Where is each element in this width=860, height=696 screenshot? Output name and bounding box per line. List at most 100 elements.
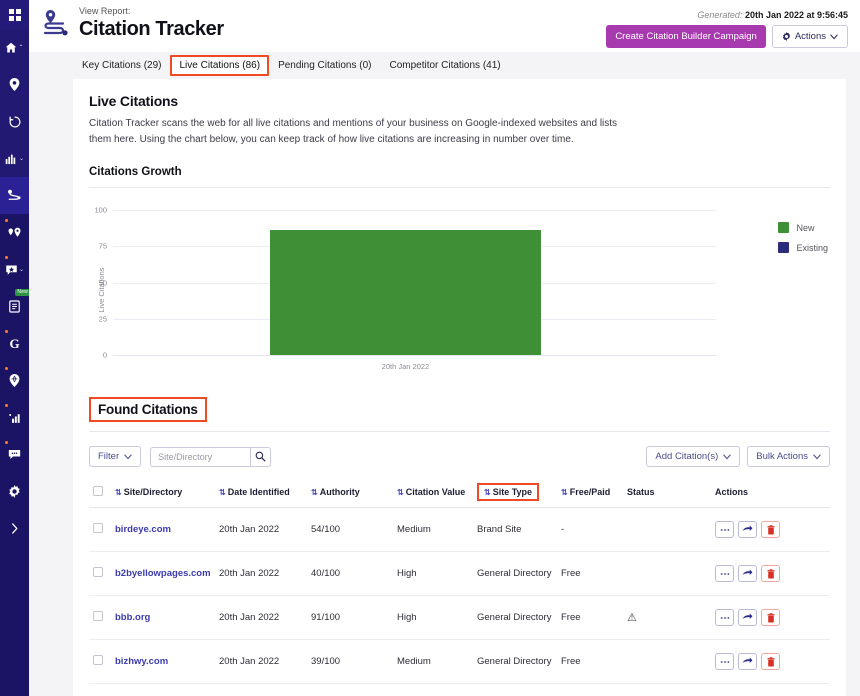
sidebar-item-grid-apps[interactable] bbox=[0, 0, 29, 29]
cell-site: bizhwy.com bbox=[111, 640, 215, 684]
site-link[interactable]: birdeye.com bbox=[115, 524, 171, 535]
chevron-right-icon bbox=[11, 523, 19, 534]
sidebar-item-expand[interactable] bbox=[0, 510, 29, 547]
visit-link-button[interactable] bbox=[738, 653, 757, 670]
chevron-down-icon bbox=[813, 454, 821, 460]
bulk-actions-button[interactable]: Bulk Actions bbox=[747, 446, 830, 467]
cell-authority: 39/100 bbox=[307, 640, 393, 684]
tab-live-citations[interactable]: Live Citations (86) bbox=[170, 55, 269, 76]
sidebar-item-settings[interactable] bbox=[0, 473, 29, 510]
logo bbox=[41, 6, 71, 37]
more-actions-button[interactable] bbox=[715, 653, 734, 670]
row-checkbox[interactable] bbox=[93, 611, 103, 621]
sort-icon: ⇅ bbox=[219, 488, 226, 497]
cell-select bbox=[89, 552, 111, 596]
y-tick-0: 0 bbox=[103, 351, 107, 360]
trash-icon bbox=[767, 569, 775, 579]
sidebar-item-location[interactable] bbox=[0, 66, 29, 103]
app-root: ⌃ ⌄ ⌄ New G bbox=[0, 0, 860, 696]
y-tick-100: 100 bbox=[94, 206, 107, 215]
sidebar-item-google[interactable]: G bbox=[0, 325, 29, 362]
more-actions-button[interactable] bbox=[715, 609, 734, 626]
legend-item-existing[interactable]: Existing bbox=[778, 242, 828, 253]
table-row: brownbook.net20th Jan 202261/100HighGene… bbox=[89, 684, 830, 696]
cell-authority: 61/100 bbox=[307, 684, 393, 696]
delete-button[interactable] bbox=[761, 521, 780, 538]
cell-citation-value: Medium bbox=[393, 508, 473, 552]
generated-value: 20th Jan 2022 at 9:56:45 bbox=[745, 10, 848, 20]
site-link[interactable]: bizhwy.com bbox=[115, 656, 168, 667]
bar-new-20th-jan-2022[interactable] bbox=[270, 230, 541, 355]
header-buttons: Create Citation Builder Campaign Actions bbox=[606, 25, 848, 48]
delete-button[interactable] bbox=[761, 565, 780, 582]
more-actions-button[interactable] bbox=[715, 565, 734, 582]
search-group bbox=[150, 447, 271, 467]
route-icon bbox=[7, 189, 22, 202]
cell-citation-value: High bbox=[393, 596, 473, 640]
row-checkbox[interactable] bbox=[93, 567, 103, 577]
th-label: Free/Paid bbox=[570, 487, 611, 497]
row-checkbox[interactable] bbox=[93, 655, 103, 665]
page-title: Citation Tracker bbox=[79, 17, 224, 41]
actions-button[interactable]: Actions bbox=[772, 25, 848, 48]
notification-dot bbox=[5, 256, 8, 259]
select-all-checkbox[interactable] bbox=[93, 486, 103, 496]
site-link[interactable]: bbb.org bbox=[115, 612, 150, 623]
more-actions-button[interactable] bbox=[715, 521, 734, 538]
sidebar-item-local-search[interactable] bbox=[0, 214, 29, 251]
cell-actions bbox=[711, 684, 830, 696]
chart-y-axis-label: Live Citations bbox=[97, 267, 106, 312]
th-label: Site Type bbox=[493, 487, 532, 497]
chart-plot-area: 100 75 50 25 0 20th Jan 2022 bbox=[113, 210, 716, 355]
sort-icon: ⇅ bbox=[397, 488, 404, 497]
legend-item-new[interactable]: New bbox=[778, 222, 828, 233]
create-citation-builder-campaign-button[interactable]: Create Citation Builder Campaign bbox=[606, 25, 766, 48]
cell-site-type: General Directory bbox=[473, 684, 557, 696]
sidebar-item-home[interactable]: ⌃ bbox=[0, 29, 29, 66]
tab-pending-citations[interactable]: Pending Citations (0) bbox=[269, 56, 380, 75]
cell-site: birdeye.com bbox=[111, 508, 215, 552]
site-link[interactable]: b2byellowpages.com bbox=[115, 568, 211, 579]
cell-site: b2byellowpages.com bbox=[111, 552, 215, 596]
th-site-type[interactable]: ⇅Site Type bbox=[473, 479, 557, 508]
add-citations-button[interactable]: Add Citation(s) bbox=[646, 446, 740, 467]
notification-dot bbox=[5, 330, 8, 333]
search-input[interactable] bbox=[150, 447, 250, 467]
th-site-directory[interactable]: ⇅Site/Directory bbox=[111, 479, 215, 508]
content-card: Live Citations Citation Tracker scans th… bbox=[73, 79, 846, 696]
filter-button[interactable]: Filter bbox=[89, 446, 141, 467]
signal-bars-icon bbox=[9, 412, 21, 424]
th-date-identified[interactable]: ⇅Date Identified bbox=[215, 479, 307, 508]
visit-link-button[interactable] bbox=[738, 565, 757, 582]
sidebar-item-citation-tracker[interactable] bbox=[0, 177, 29, 214]
tab-key-citations[interactable]: Key Citations (29) bbox=[73, 56, 170, 75]
sidebar-item-messages[interactable] bbox=[0, 436, 29, 473]
visit-link-button[interactable] bbox=[738, 609, 757, 626]
map-pin-icon bbox=[9, 78, 20, 91]
visit-link-button[interactable] bbox=[738, 521, 757, 538]
sort-icon: ⇅ bbox=[561, 488, 568, 497]
arrow-right-icon bbox=[742, 525, 753, 534]
tab-competitor-citations[interactable]: Competitor Citations (41) bbox=[380, 56, 509, 75]
row-checkbox[interactable] bbox=[93, 523, 103, 533]
sidebar-item-geo-grid[interactable] bbox=[0, 362, 29, 399]
sidebar-item-listings[interactable]: New bbox=[0, 288, 29, 325]
sidebar-item-analytics[interactable] bbox=[0, 399, 29, 436]
delete-button[interactable] bbox=[761, 609, 780, 626]
trash-icon bbox=[767, 613, 775, 623]
th-free-paid[interactable]: ⇅Free/Paid bbox=[557, 479, 623, 508]
two-pins-icon bbox=[7, 227, 22, 239]
sidebar-item-refresh[interactable] bbox=[0, 103, 29, 140]
cell-site-type: General Directory bbox=[473, 596, 557, 640]
th-citation-value[interactable]: ⇅Citation Value bbox=[393, 479, 473, 508]
sidebar-item-reviews[interactable]: ⌄ bbox=[0, 251, 29, 288]
th-authority[interactable]: ⇅Authority bbox=[307, 479, 393, 508]
tab-bar: Key Citations (29) Live Citations (86) P… bbox=[29, 52, 860, 79]
delete-button[interactable] bbox=[761, 653, 780, 670]
search-button[interactable] bbox=[250, 447, 271, 467]
trash-icon bbox=[767, 525, 775, 535]
cell-status bbox=[623, 508, 711, 552]
chevron-down-icon: ⌄ bbox=[19, 266, 24, 273]
cell-site: bbb.org bbox=[111, 596, 215, 640]
sidebar-item-reports[interactable]: ⌄ bbox=[0, 140, 29, 177]
